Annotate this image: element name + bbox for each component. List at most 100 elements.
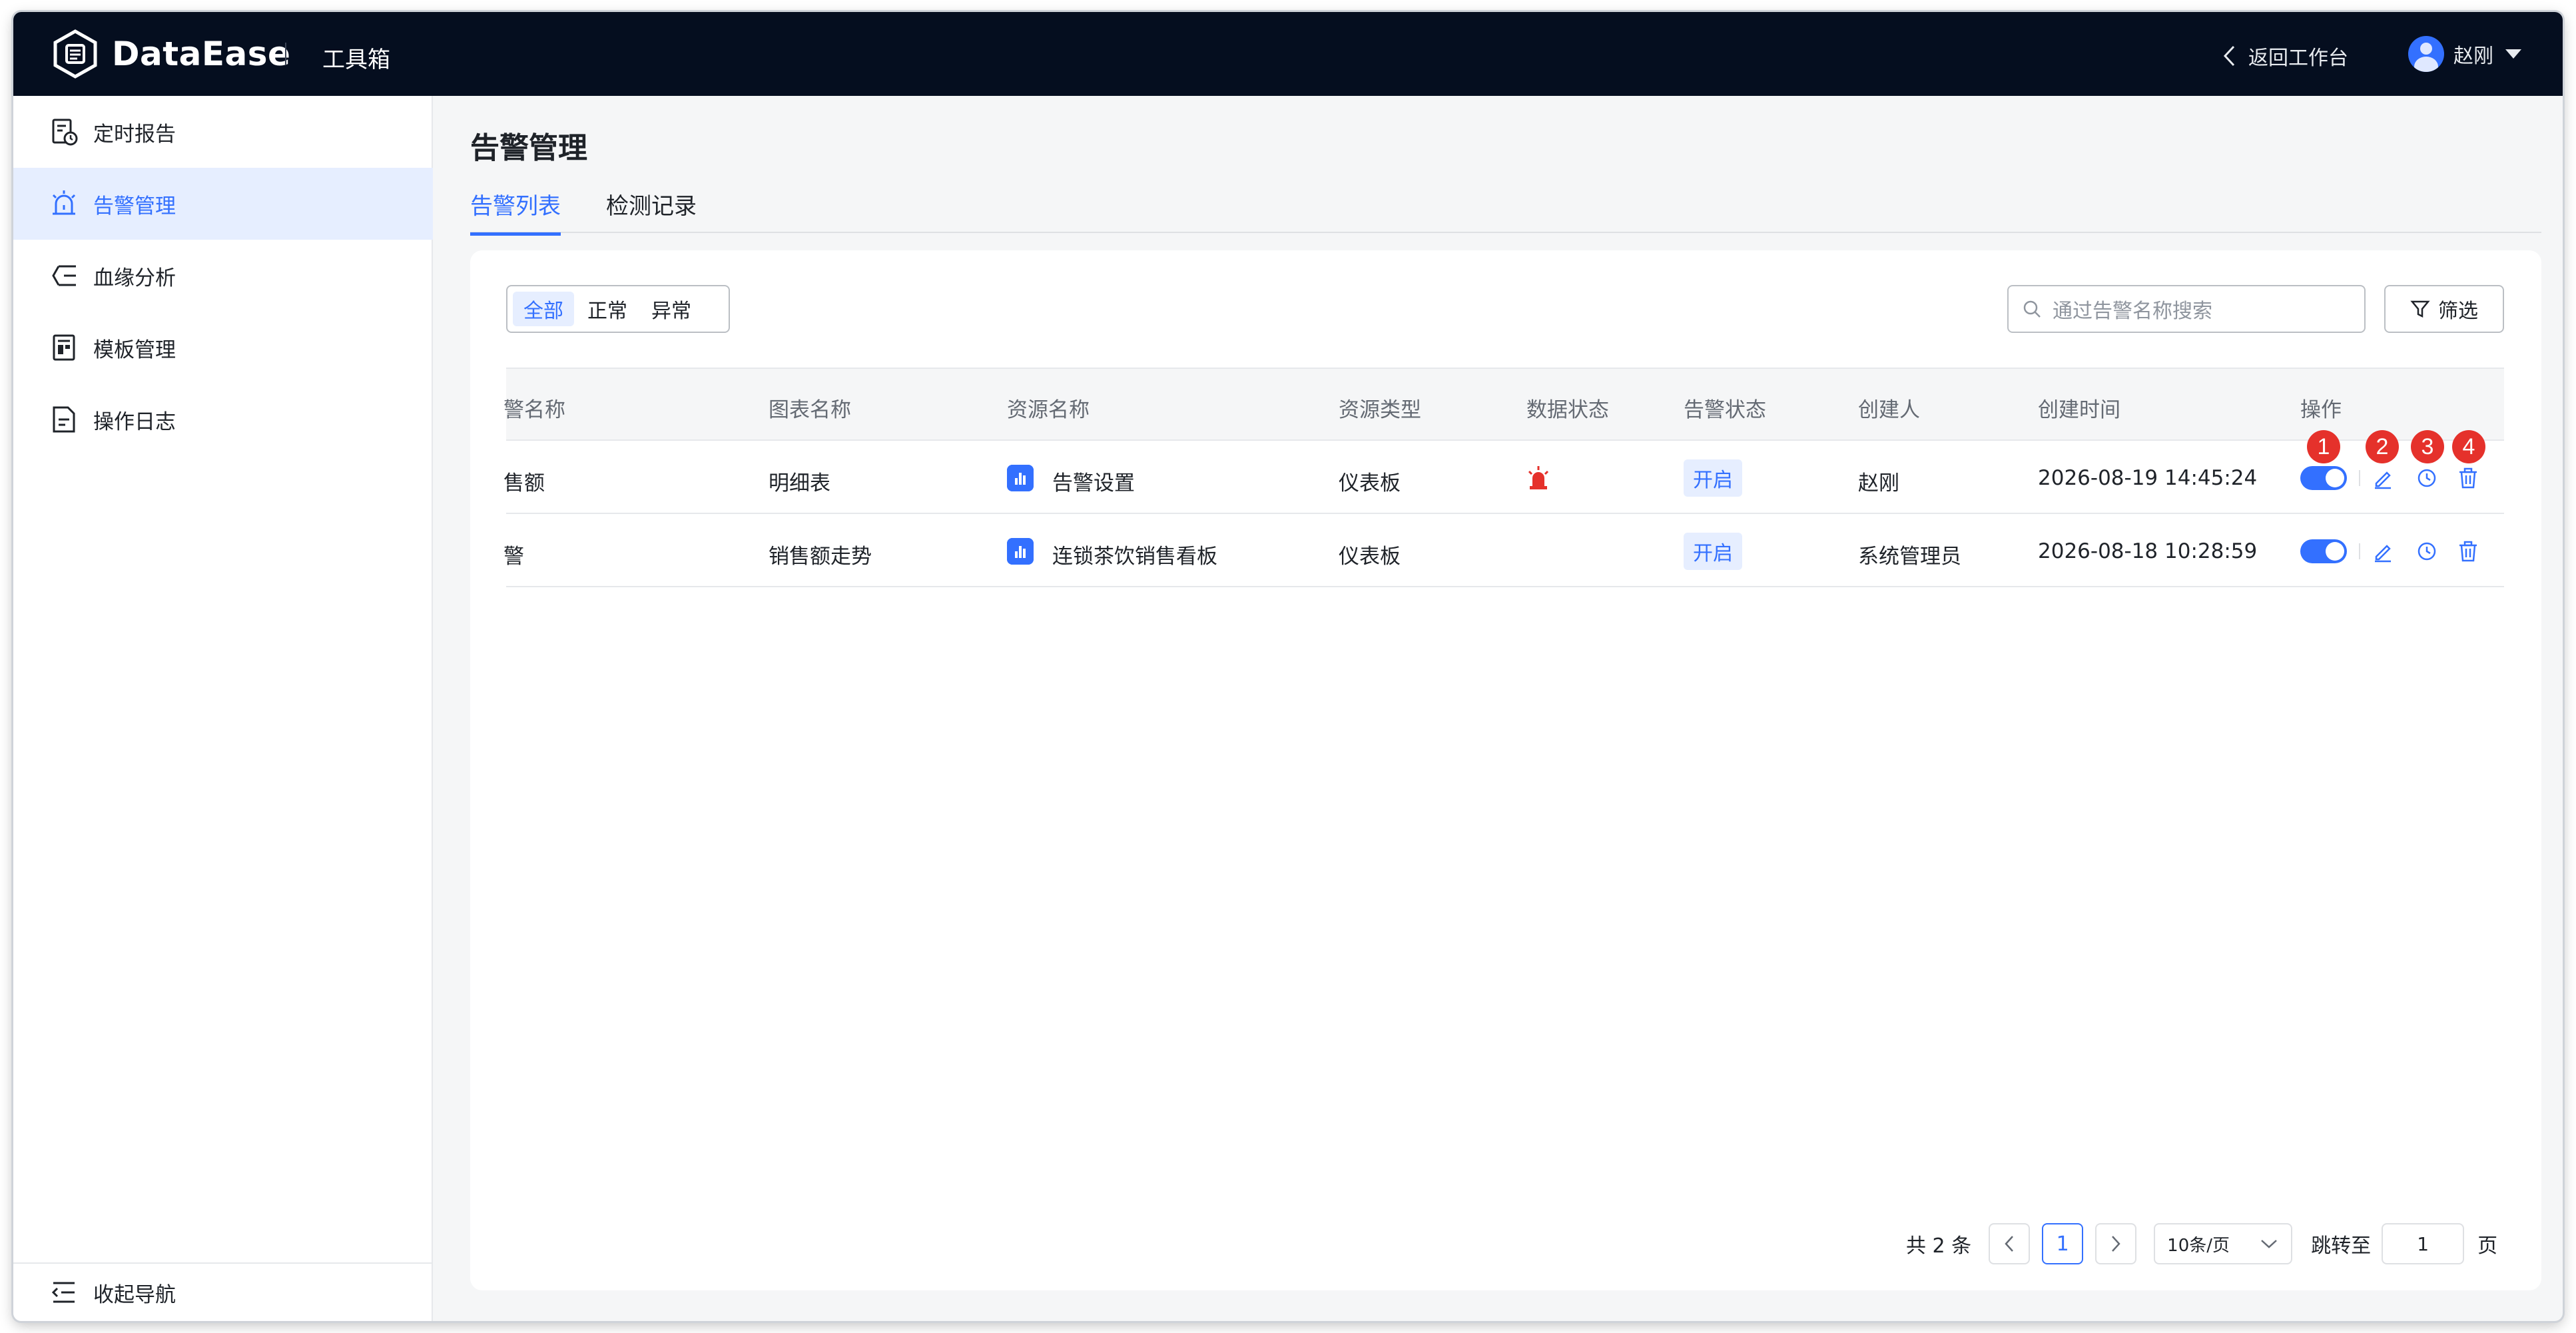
cell-created-time: 2026-08-19 14:45:24 <box>2038 466 2258 490</box>
search-input[interactable]: 通过告警名称搜索 <box>2007 285 2366 333</box>
page-size-select[interactable]: 10条/页 <box>2154 1223 2293 1264</box>
status-badge: 开启 <box>1684 459 1742 497</box>
top-header: DataEase 工具箱 返回工作台 赵刚 <box>13 12 2563 96</box>
tab-bar: 告警列表 检测记录 <box>470 182 2541 236</box>
collapse-nav-icon <box>51 1282 75 1303</box>
toggle-knob <box>2326 469 2344 487</box>
table-header: 警名称 图表名称 资源名称 资源类型 数据状态 告警状态 创建人 创建时间 操作 <box>503 368 2504 441</box>
prev-page-button[interactable] <box>1989 1223 2031 1264</box>
scheduled-report-icon <box>52 119 78 146</box>
cell-resource-type: 仪表板 <box>1339 545 1401 569</box>
collapse-nav-button[interactable]: 收起导航 <box>13 1262 433 1321</box>
dashboard-icon <box>1007 465 1034 491</box>
dashboard-icon <box>1007 538 1034 565</box>
search-placeholder: 通过告警名称搜索 <box>2053 300 2212 323</box>
table-row: 售额 明细表 告警设置 仪表板 开启 赵刚 2026-08-19 14:45:2… <box>503 430 2504 514</box>
callout-badge: 1 <box>2307 430 2340 463</box>
col-creator: 创建人 <box>1858 398 1920 422</box>
delete-icon[interactable] <box>2456 466 2480 490</box>
chevron-left-icon <box>2223 45 2235 67</box>
sidebar-item-label: 操作日志 <box>93 409 176 434</box>
sidebar-item-lineage-analysis[interactable]: 血缘分析 <box>13 240 433 312</box>
sidebar-item-label: 定时报告 <box>93 122 176 146</box>
filter-label: 筛选 <box>2438 300 2478 323</box>
sidebar-item-label: 模板管理 <box>93 338 176 362</box>
history-icon[interactable] <box>2415 539 2439 563</box>
brand-name: DataEase <box>112 35 291 73</box>
table-row: 警 销售额走势 连锁茶饮销售看板 仪表板 开启 系统管理员 2026-08-18… <box>503 514 2504 587</box>
edit-icon[interactable] <box>2371 539 2395 563</box>
cell-creator: 赵刚 <box>1858 471 1899 495</box>
delete-icon[interactable] <box>2456 539 2480 563</box>
alarm-light-icon <box>1528 466 1549 489</box>
sidebar-item-operation-log[interactable]: 操作日志 <box>13 384 433 455</box>
filter-icon <box>2410 300 2430 318</box>
callout-badge: 4 <box>2452 430 2485 463</box>
cell-alarm-name: 警 <box>503 545 524 569</box>
action-divider <box>2359 543 2360 559</box>
segment-all[interactable]: 全部 <box>513 292 574 326</box>
back-link-label: 返回工作台 <box>2248 47 2348 70</box>
segment-abnormal[interactable]: 异常 <box>641 292 702 326</box>
col-data-status: 数据状态 <box>1526 398 1609 422</box>
col-created-time: 创建时间 <box>2038 398 2120 422</box>
cell-resource-type: 仪表板 <box>1339 471 1401 495</box>
template-icon <box>53 334 75 361</box>
history-icon[interactable] <box>2415 466 2439 490</box>
user-name: 赵刚 <box>2453 45 2493 68</box>
chevron-down-icon <box>2261 1240 2278 1248</box>
sidebar-item-template-management[interactable]: 模板管理 <box>13 312 433 384</box>
status-badge: 开启 <box>1684 533 1742 570</box>
alarm-table: 警名称 图表名称 资源名称 资源类型 数据状态 告警状态 创建人 创建时间 操作… <box>503 368 2504 587</box>
header-divider <box>285 43 286 65</box>
page-title: 告警管理 <box>470 131 587 165</box>
toggle-knob <box>2326 542 2344 561</box>
col-resource-type: 资源类型 <box>1339 398 1421 422</box>
segment-normal[interactable]: 正常 <box>577 292 638 326</box>
jump-label: 跳转至 <box>2311 1234 2372 1258</box>
avatar <box>2408 36 2444 72</box>
user-menu[interactable]: 赵刚 <box>2408 36 2521 72</box>
sidebar-item-label: 血缘分析 <box>93 266 176 290</box>
status-segmented-control: 全部 正常 异常 <box>506 285 730 333</box>
page-size-value: 10条/页 <box>2167 1235 2230 1256</box>
back-to-workbench-link[interactable]: 返回工作台 <box>2222 41 2348 71</box>
sidebar-item-scheduled-report[interactable]: 定时报告 <box>13 96 433 168</box>
cell-alarm-name: 售额 <box>503 471 545 495</box>
cell-creator: 系统管理员 <box>1858 545 1961 569</box>
col-alarm-name: 警名称 <box>503 398 565 422</box>
alarm-icon <box>52 190 76 215</box>
edit-icon[interactable] <box>2371 466 2395 490</box>
filter-button[interactable]: 筛选 <box>2384 285 2504 333</box>
page-suffix: 页 <box>2477 1234 2498 1258</box>
callout-badge: 3 <box>2411 430 2444 463</box>
chevron-left-icon <box>2005 1236 2014 1252</box>
jump-page-input[interactable]: 1 <box>2382 1223 2465 1264</box>
cell-resource-name[interactable]: 告警设置 <box>1052 466 1135 496</box>
tab-alarm-list[interactable]: 告警列表 <box>470 188 561 236</box>
callout-badge: 2 <box>2366 430 2399 463</box>
app-name: 工具箱 <box>322 47 390 73</box>
sidebar-item-alarm-management[interactable]: 告警管理 <box>13 168 433 240</box>
log-icon <box>53 406 75 433</box>
page-number-button[interactable]: 1 <box>2042 1223 2084 1264</box>
next-page-button[interactable] <box>2095 1223 2137 1264</box>
caret-down-icon <box>2505 49 2521 59</box>
collapse-nav-label: 收起导航 <box>93 1282 176 1307</box>
col-chart-name: 图表名称 <box>769 398 851 422</box>
cell-chart-name: 明细表 <box>769 471 830 495</box>
lineage-icon <box>52 265 76 286</box>
cell-resource-name[interactable]: 连锁茶饮销售看板 <box>1052 539 1217 569</box>
enable-toggle[interactable] <box>2300 539 2347 563</box>
enable-toggle[interactable]: 1 <box>2300 430 2347 490</box>
content-card: 全部 正常 异常 通过告警名称搜索 筛选 警名称 图表名称 资源名称 资源类型 … <box>470 250 2541 1290</box>
dataease-logo-icon <box>53 29 97 79</box>
col-alarm-status: 告警状态 <box>1684 398 1766 422</box>
col-resource-name: 资源名称 <box>1007 398 1090 422</box>
tab-detection-records[interactable]: 检测记录 <box>606 188 697 232</box>
cell-chart-name: 销售额走势 <box>769 545 872 569</box>
cell-created-time: 2026-08-18 10:28:59 <box>2038 539 2258 563</box>
sidebar: 定时报告 告警管理 血缘分析 模板管理 操作日志 收起导航 <box>13 96 433 1321</box>
pagination: 共 2 条 1 10条/页 跳转至 1 页 <box>1906 1222 2497 1265</box>
action-divider <box>2359 470 2360 486</box>
